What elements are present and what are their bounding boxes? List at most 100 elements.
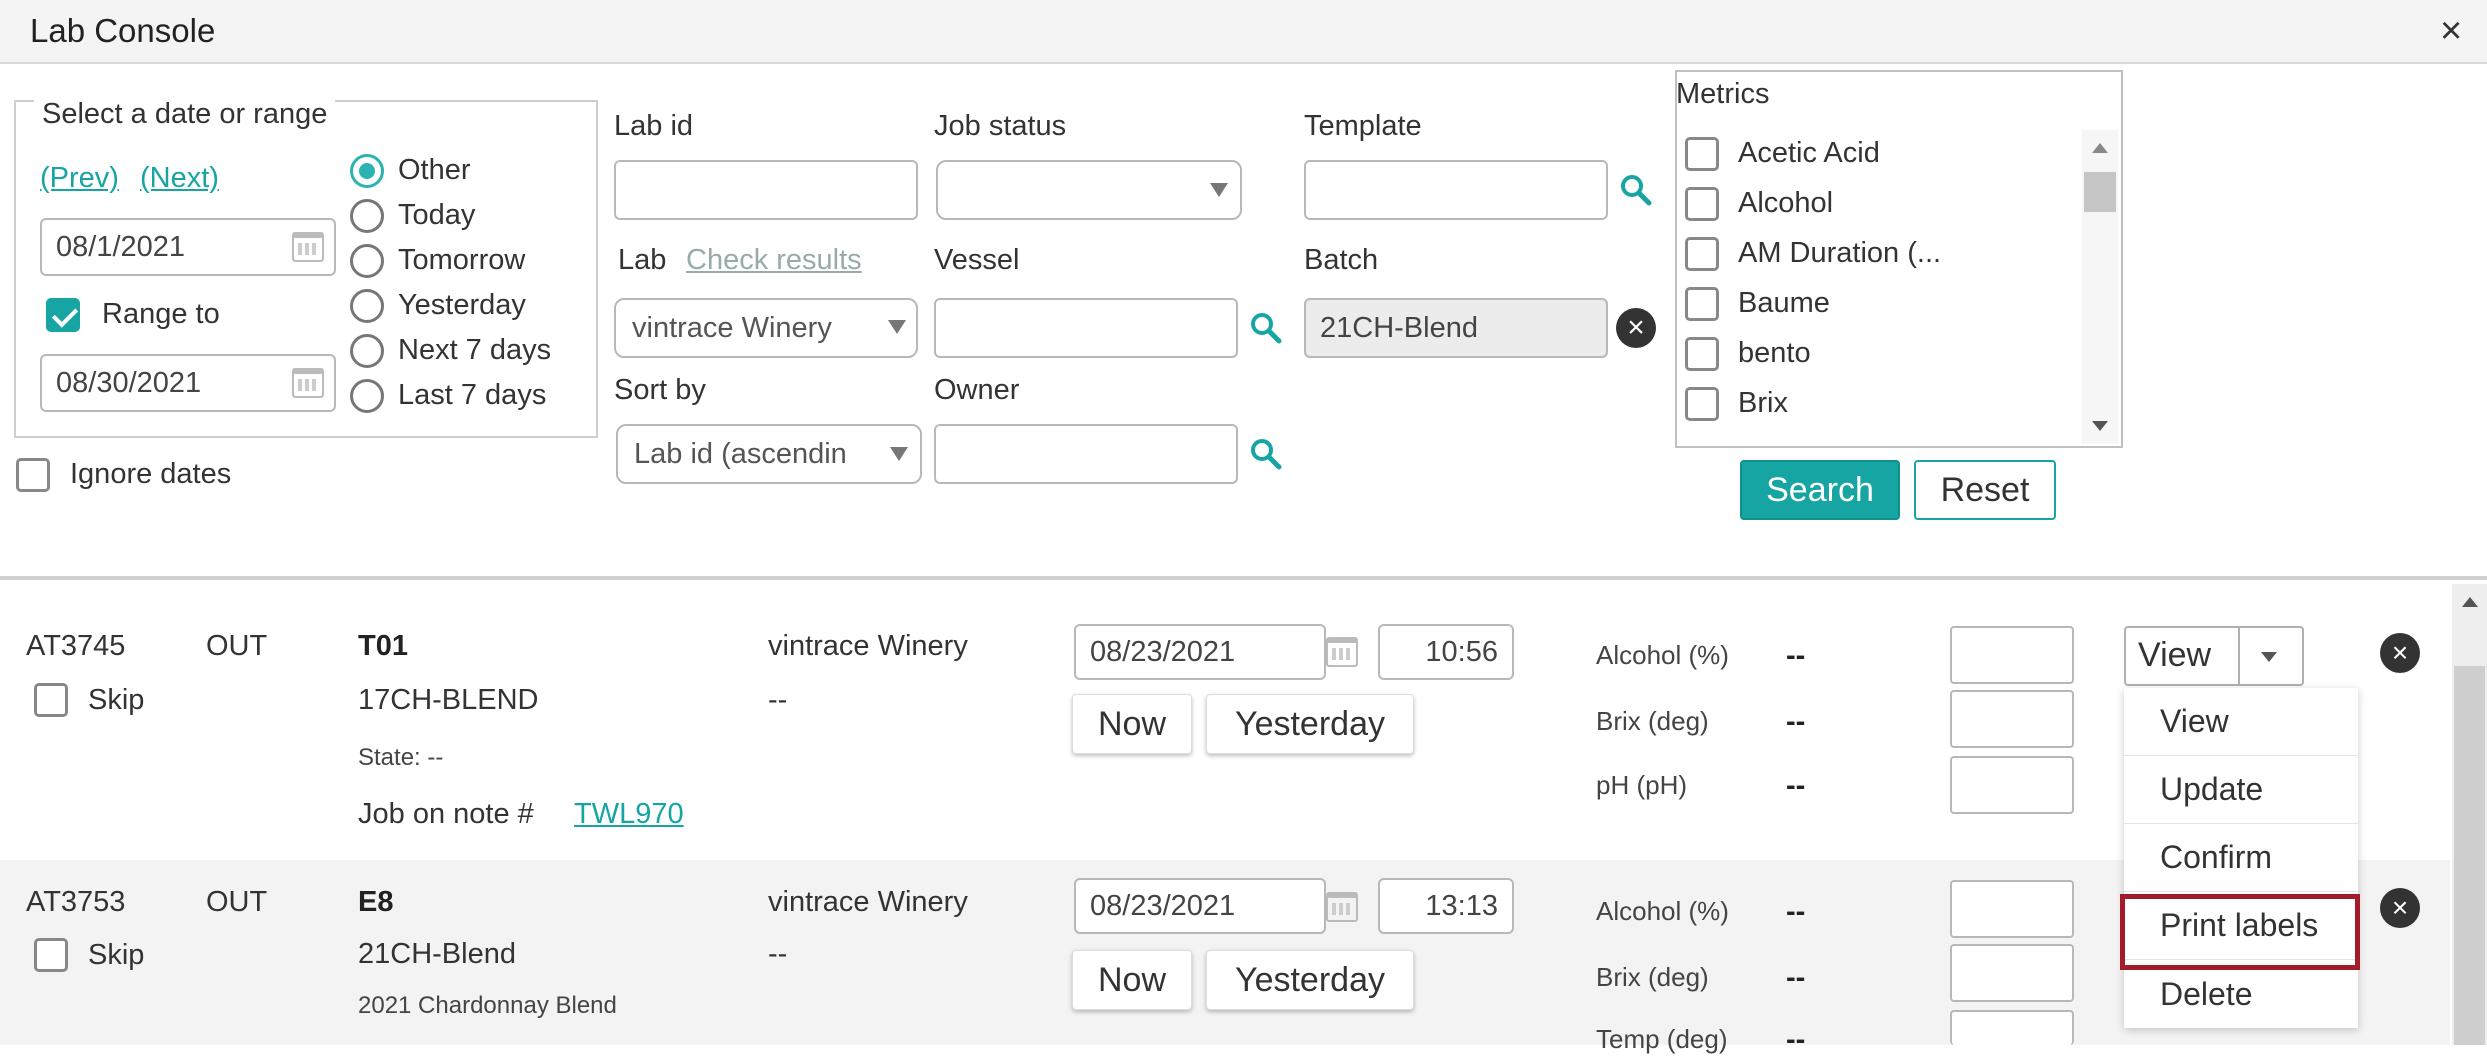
job-date-value: 08/23/2021 (1090, 889, 1236, 922)
batch-value: 21CH-Blend (1320, 311, 1478, 344)
radio-other[interactable] (350, 154, 384, 188)
template-input[interactable] (1304, 160, 1608, 220)
skip-checkbox[interactable] (34, 683, 68, 717)
batch-input[interactable]: 21CH-Blend (1304, 298, 1608, 358)
range-to-checkbox[interactable] (46, 298, 80, 332)
now-button[interactable]: Now (1072, 694, 1192, 754)
now-button[interactable]: Now (1072, 950, 1192, 1010)
lab-id-input[interactable] (614, 160, 918, 220)
calendar-icon[interactable] (292, 368, 324, 398)
ignore-dates-checkbox[interactable] (16, 458, 50, 492)
calendar-icon[interactable] (1326, 637, 1358, 667)
note-link[interactable]: TWL970 (574, 798, 684, 831)
direction-cell: OUT (206, 886, 268, 918)
metric-result-input[interactable] (1950, 626, 2074, 684)
radio-tomorrow[interactable] (350, 244, 384, 278)
metric-label: Brix (1738, 387, 1788, 419)
lab-select[interactable]: vintrace Winery (614, 298, 918, 358)
sort-by-select[interactable]: Lab id (ascendin (616, 424, 922, 484)
job-time-input[interactable]: 10:56 (1378, 624, 1514, 680)
search-icon[interactable] (1248, 310, 1282, 344)
metric-result-input[interactable] (1950, 690, 2074, 748)
date-option-label: Yesterday (398, 289, 526, 321)
winery-cell: vintrace Winery (768, 886, 968, 918)
radio-last-7-days[interactable] (350, 379, 384, 413)
metric-checkbox[interactable] (1685, 337, 1719, 371)
owner-cell: -- (768, 938, 788, 970)
metric-name: Alcohol (%) (1596, 640, 1729, 670)
results-scroll-thumb[interactable] (2454, 666, 2485, 1045)
view-button[interactable]: View (2138, 636, 2211, 675)
owner-label: Owner (934, 374, 1020, 406)
scroll-up-icon[interactable] (2090, 140, 2110, 156)
calendar-icon[interactable] (292, 232, 324, 262)
metric-label: Alcohol (1738, 187, 1834, 219)
lab-id-cell: AT3753 (26, 886, 126, 918)
yesterday-button[interactable]: Yesterday (1206, 950, 1414, 1010)
remove-job-icon[interactable]: × (2380, 633, 2420, 673)
close-icon[interactable]: × (2440, 12, 2462, 50)
metric-checkbox[interactable] (1685, 237, 1719, 271)
batch-cell: 17CH-BLEND (358, 684, 539, 716)
radio-next-7-days[interactable] (350, 334, 384, 368)
split-divider (2238, 628, 2240, 684)
remove-job-icon[interactable]: × (2380, 888, 2420, 928)
chevron-down-icon[interactable] (2254, 648, 2284, 666)
metrics-scroll-thumb[interactable] (2084, 172, 2116, 212)
metric-value: -- (1786, 962, 1806, 994)
date-option-label: Next 7 days (398, 334, 552, 366)
date-option-label: Last 7 days (398, 379, 547, 411)
metric-result-input[interactable] (1950, 1010, 2074, 1045)
menu-item-confirm[interactable]: Confirm (2124, 824, 2358, 892)
job-date-input[interactable]: 08/23/2021 (1074, 878, 1326, 934)
job-time-input[interactable]: 13:13 (1378, 878, 1514, 934)
calendar-icon[interactable] (1326, 892, 1358, 922)
radio-today[interactable] (350, 199, 384, 233)
date-range-legend: Select a date or range (34, 98, 336, 131)
metric-result-input[interactable] (1950, 880, 2074, 938)
vessel-cell: E8 (358, 886, 394, 918)
metric-name: Brix (deg) (1596, 962, 1709, 992)
scroll-down-icon[interactable] (2090, 418, 2110, 434)
metric-result-input[interactable] (1950, 756, 2074, 814)
menu-item-delete[interactable]: Delete (2124, 960, 2358, 1028)
vessel-input[interactable] (934, 298, 1238, 358)
metric-result-input[interactable] (1950, 944, 2074, 1002)
menu-item-view[interactable]: View (2124, 688, 2358, 756)
metric-name: Alcohol (%) (1596, 896, 1729, 926)
metric-checkbox[interactable] (1685, 387, 1719, 421)
next-link[interactable]: (Next) (140, 162, 219, 195)
check-results-link[interactable]: Check results (686, 244, 862, 277)
chevron-down-icon (1210, 183, 1228, 197)
job-status-select[interactable] (936, 160, 1242, 220)
metric-checkbox[interactable] (1685, 137, 1719, 171)
job-date-input[interactable]: 08/23/2021 (1074, 624, 1326, 680)
search-icon[interactable] (1248, 436, 1282, 470)
state-cell: State: -- (358, 744, 444, 771)
metric-value: -- (1786, 896, 1806, 928)
description-cell: 2021 Chardonnay Blend (358, 992, 617, 1019)
lab-label: Lab (618, 244, 667, 276)
date-from-value: 08/1/2021 (56, 230, 186, 263)
range-to-label: Range to (102, 298, 220, 330)
date-option-label: Other (398, 154, 471, 186)
skip-label: Skip (88, 684, 145, 716)
metric-name: Brix (deg) (1596, 706, 1709, 736)
lab-value: vintrace Winery (632, 311, 832, 344)
skip-checkbox[interactable] (34, 938, 68, 972)
owner-input[interactable] (934, 424, 1238, 484)
job-time-value: 13:13 (1425, 889, 1498, 922)
radio-yesterday[interactable] (350, 289, 384, 323)
search-button[interactable]: Search (1740, 460, 1900, 520)
title-bar (0, 0, 2487, 64)
search-icon[interactable] (1618, 172, 1652, 206)
metric-checkbox[interactable] (1685, 287, 1719, 321)
skip-label: Skip (88, 939, 145, 971)
prev-link[interactable]: (Prev) (40, 162, 119, 195)
reset-button[interactable]: Reset (1914, 460, 2056, 520)
scroll-up-icon[interactable] (2460, 594, 2480, 610)
yesterday-button[interactable]: Yesterday (1206, 694, 1414, 754)
menu-item-update[interactable]: Update (2124, 756, 2358, 824)
clear-batch-icon[interactable]: × (1616, 308, 1656, 348)
metric-checkbox[interactable] (1685, 187, 1719, 221)
